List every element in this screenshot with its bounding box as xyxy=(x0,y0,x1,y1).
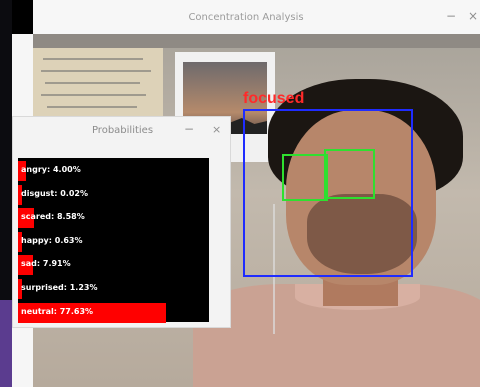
window-titlebar[interactable]: Concentration Analysis − × xyxy=(12,0,480,34)
probability-row: sad: 7.91% xyxy=(18,255,209,276)
probability-row: disgust: 0.02% xyxy=(18,184,209,205)
probability-label: surprised: 1.23% xyxy=(21,283,98,292)
probability-label: angry: 4.00% xyxy=(21,165,81,174)
minimize-icon[interactable]: − xyxy=(446,9,456,23)
right-eye-detection-box xyxy=(324,149,375,199)
window-title: Concentration Analysis xyxy=(188,12,304,23)
probability-label: disgust: 0.02% xyxy=(21,188,88,198)
probabilities-chart: angry: 4.00% disgust: 0.02% scared: 8.58% h… xyxy=(18,158,209,323)
minimize-icon[interactable]: − xyxy=(184,122,194,136)
probability-row: angry: 4.00% xyxy=(18,161,209,181)
close-icon[interactable]: × xyxy=(468,9,478,23)
probability-label: sad: 7.91% xyxy=(21,259,71,269)
probability-row: surprised: 1.23% xyxy=(18,279,209,299)
attention-state-label: focused xyxy=(243,90,305,107)
probability-label: happy: 0.63% xyxy=(21,235,83,245)
probability-row: scared: 8.58% xyxy=(18,208,209,229)
close-icon[interactable]: × xyxy=(212,123,221,136)
probability-row: happy: 0.63% xyxy=(18,231,209,252)
probability-row: neutral: 77.63% xyxy=(18,302,209,323)
probability-label: scared: 8.58% xyxy=(21,212,85,222)
probabilities-titlebar[interactable]: Probabilities − × xyxy=(13,117,232,145)
desktop-left-strip xyxy=(0,0,12,387)
left-eye-detection-box xyxy=(282,154,328,201)
probabilities-title: Probabilities xyxy=(91,125,154,136)
desktop-wallpaper-corner xyxy=(0,300,12,387)
wall-shadow xyxy=(33,34,480,48)
probability-label: neutral: 77.63% xyxy=(21,306,94,316)
probabilities-window: Probabilities − × angry: 4.00% disgust: 0… xyxy=(12,116,231,328)
